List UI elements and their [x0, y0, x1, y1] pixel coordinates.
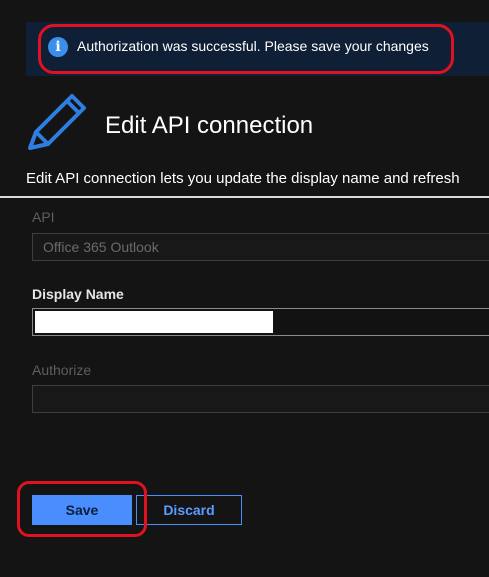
- header-divider: [0, 196, 489, 198]
- page-title: Edit API connection: [105, 112, 314, 139]
- info-icon: i: [48, 37, 68, 57]
- redacted-value: [35, 311, 273, 333]
- page-description: Edit API connection lets you update the …: [26, 170, 460, 187]
- authorize-field: [32, 385, 489, 413]
- notification-message: Authorization was successful. Please sav…: [77, 38, 429, 54]
- edit-api-connection-page: i Authorization was successful. Please s…: [0, 0, 489, 577]
- api-label: API: [32, 209, 55, 225]
- discard-button[interactable]: Discard: [136, 495, 242, 525]
- api-field: Office 365 Outlook: [32, 233, 489, 261]
- display-name-label: Display Name: [32, 286, 124, 302]
- authorize-label: Authorize: [32, 362, 92, 378]
- pencil-icon: [28, 94, 86, 150]
- save-button[interactable]: Save: [32, 495, 132, 525]
